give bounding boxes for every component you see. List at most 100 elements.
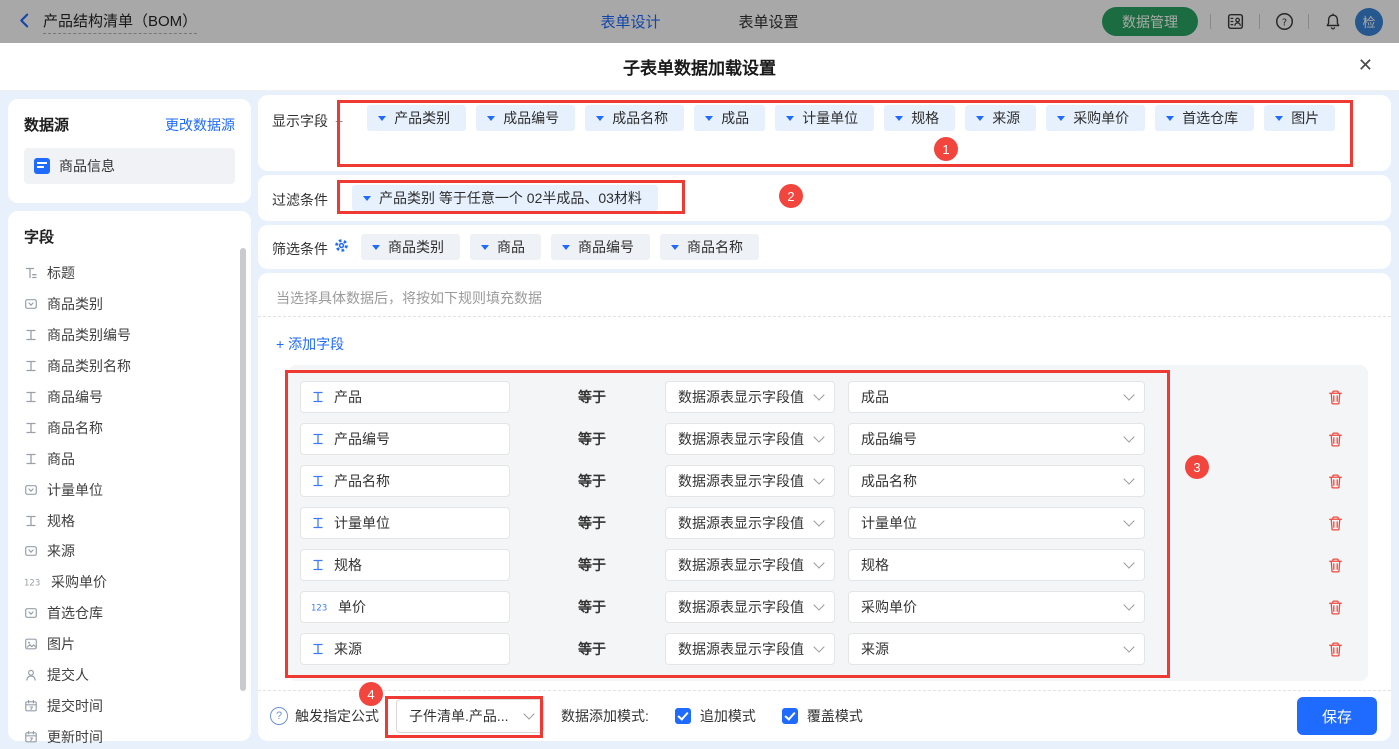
rule-row: 计量单位 等于 数据源表显示字段值 计量单位 — [288, 502, 1368, 544]
datasource-item[interactable]: 商品信息 — [24, 148, 235, 184]
checkbox-checked-icon — [675, 708, 691, 724]
datasource-card: 数据源 更改数据源 商品信息 — [8, 99, 251, 203]
rule-field-input[interactable]: 产品 — [300, 381, 510, 413]
field-tag[interactable]: 商品编号 — [551, 234, 650, 260]
chevron-down-icon — [813, 557, 824, 568]
sidebar-field-item[interactable]: 商品类别名称 — [24, 351, 251, 382]
field-tag[interactable]: 产品类别 — [367, 105, 466, 131]
screening-label: 筛选条件 — [272, 236, 328, 262]
sidebar-field-item[interactable]: 规格 — [24, 505, 251, 536]
sidebar-field-item[interactable]: 商品类别编号 — [24, 320, 251, 351]
trash-icon[interactable] — [1327, 431, 1344, 448]
text-icon — [24, 421, 38, 435]
sidebar-field-label: 提交时间 — [47, 696, 103, 716]
field-tag[interactable]: 成品编号 — [476, 105, 575, 131]
sidebar-field-item[interactable]: 商品名称 — [24, 412, 251, 443]
gear-icon[interactable] — [334, 238, 349, 256]
rule-field-input[interactable]: 计量单位 — [300, 507, 510, 539]
source-select[interactable]: 数据源表显示字段值 — [665, 633, 835, 665]
chevron-down-icon — [363, 196, 371, 201]
value-select[interactable]: 规格 — [848, 549, 1145, 581]
equals-label: 等于 — [578, 429, 618, 449]
source-select[interactable]: 数据源表显示字段值 — [665, 507, 835, 539]
value-select[interactable]: 成品编号 — [848, 423, 1145, 455]
formula-select[interactable]: 子件清单.产品... — [396, 699, 544, 733]
add-display-field-button[interactable]: + — [335, 108, 343, 134]
trash-icon[interactable] — [1327, 599, 1344, 616]
field-tag[interactable]: 图片 — [1264, 105, 1335, 131]
trash-icon[interactable] — [1327, 641, 1344, 658]
close-icon[interactable]: ✕ — [1358, 56, 1373, 74]
select-icon — [24, 483, 38, 497]
value-select[interactable]: 来源 — [848, 633, 1145, 665]
sidebar-field-item[interactable]: 商品 — [24, 443, 251, 474]
display-fields-panel: 显示字段 + 产品类别 成品编号 成品名称 成品 计量单位 规格 来源 采购单价… — [258, 95, 1391, 171]
sidebar-field-item[interactable]: 更新时间 — [24, 721, 251, 749]
field-tag-label: 成品名称 — [612, 108, 668, 128]
rule-field-input[interactable]: 来源 — [300, 633, 510, 665]
field-tag[interactable]: 来源 — [965, 105, 1036, 131]
datasource-item-label: 商品信息 — [59, 156, 115, 176]
sidebar-field-item[interactable]: 商品类别 — [24, 289, 251, 320]
value-select[interactable]: 成品名称 — [848, 465, 1145, 497]
sidebar-field-item[interactable]: 标题 — [24, 258, 251, 289]
field-tag[interactable]: 商品名称 — [660, 234, 759, 260]
equals-label: 等于 — [578, 555, 618, 575]
field-tag[interactable]: 商品类别 — [361, 234, 460, 260]
rule-field-input[interactable]: 规格 — [300, 549, 510, 581]
rule-field-input[interactable]: 123 单价 — [300, 591, 510, 623]
source-select[interactable]: 数据源表显示字段值 — [665, 381, 835, 413]
field-tag[interactable]: 产品类别 等于任意一个 02半成品、03材料 — [352, 185, 658, 211]
source-select[interactable]: 数据源表显示字段值 — [665, 465, 835, 497]
value-select[interactable]: 计量单位 — [848, 507, 1145, 539]
chevron-down-icon — [1123, 473, 1134, 484]
sidebar-field-item[interactable]: 123 采购单价 — [24, 567, 251, 598]
sidebar-field-item[interactable]: 首选仓库 — [24, 598, 251, 629]
mode-checkbox[interactable]: 覆盖模式 — [782, 706, 863, 726]
rule-field-input[interactable]: 产品名称 — [300, 465, 510, 497]
sidebar-field-item[interactable]: 提交人 — [24, 660, 251, 691]
equals-label: 等于 — [578, 639, 618, 659]
field-tag[interactable]: 成品 — [694, 105, 765, 131]
field-tag[interactable]: 首选仓库 — [1155, 105, 1254, 131]
add-field-link[interactable]: + 添加字段 — [276, 334, 344, 354]
display-fields-label: 显示字段 — [272, 108, 328, 134]
mode-checkboxes: 追加模式 覆盖模式 — [649, 706, 863, 726]
sidebar-field-item[interactable]: 提交时间 — [24, 690, 251, 721]
sidebar-field-item[interactable]: 图片 — [24, 629, 251, 660]
chevron-down-icon — [378, 116, 386, 121]
chevron-down-icon — [1123, 599, 1134, 610]
rule-field-input[interactable]: 产品编号 — [300, 423, 510, 455]
field-tag[interactable]: 商品 — [470, 234, 541, 260]
value-select[interactable]: 采购单价 — [848, 591, 1145, 623]
trash-icon[interactable] — [1327, 557, 1344, 574]
trash-icon[interactable] — [1327, 473, 1344, 490]
scrollbar[interactable] — [240, 248, 246, 691]
source-select[interactable]: 数据源表显示字段值 — [665, 423, 835, 455]
sidebar-field-item[interactable]: 来源 — [24, 536, 251, 567]
checkbox-checked-icon — [782, 708, 798, 724]
trash-icon[interactable] — [1327, 515, 1344, 532]
source-select[interactable]: 数据源表显示字段值 — [665, 549, 835, 581]
field-tag-label: 商品类别 — [388, 237, 444, 257]
save-button[interactable]: 保存 — [1297, 697, 1377, 735]
field-tag[interactable]: 规格 — [884, 105, 955, 131]
text-icon — [311, 474, 325, 488]
field-tag[interactable]: 采购单价 — [1046, 105, 1145, 131]
trash-icon[interactable] — [1327, 389, 1344, 406]
calendar-icon — [24, 730, 38, 744]
source-select[interactable]: 数据源表显示字段值 — [665, 591, 835, 623]
sidebar-field-item[interactable]: 计量单位 — [24, 474, 251, 505]
chevron-down-icon — [1123, 641, 1134, 652]
sidebar-field-item[interactable]: 商品编号 — [24, 382, 251, 413]
page: 产品结构清单（BOM） 表单设计表单设置 数据管理 ? 检 子表单数据加载设置 … — [0, 0, 1399, 749]
value-select[interactable]: 成品 — [848, 381, 1145, 413]
change-datasource-link[interactable]: 更改数据源 — [165, 115, 235, 135]
text-icon — [24, 452, 38, 466]
mode-checkbox[interactable]: 追加模式 — [675, 706, 756, 726]
field-tag[interactable]: 成品名称 — [585, 105, 684, 131]
help-circle-icon[interactable]: ? — [270, 707, 288, 725]
source-select-value: 数据源表显示字段值 — [678, 387, 804, 407]
chevron-down-icon — [596, 116, 604, 121]
field-tag[interactable]: 计量单位 — [775, 105, 874, 131]
